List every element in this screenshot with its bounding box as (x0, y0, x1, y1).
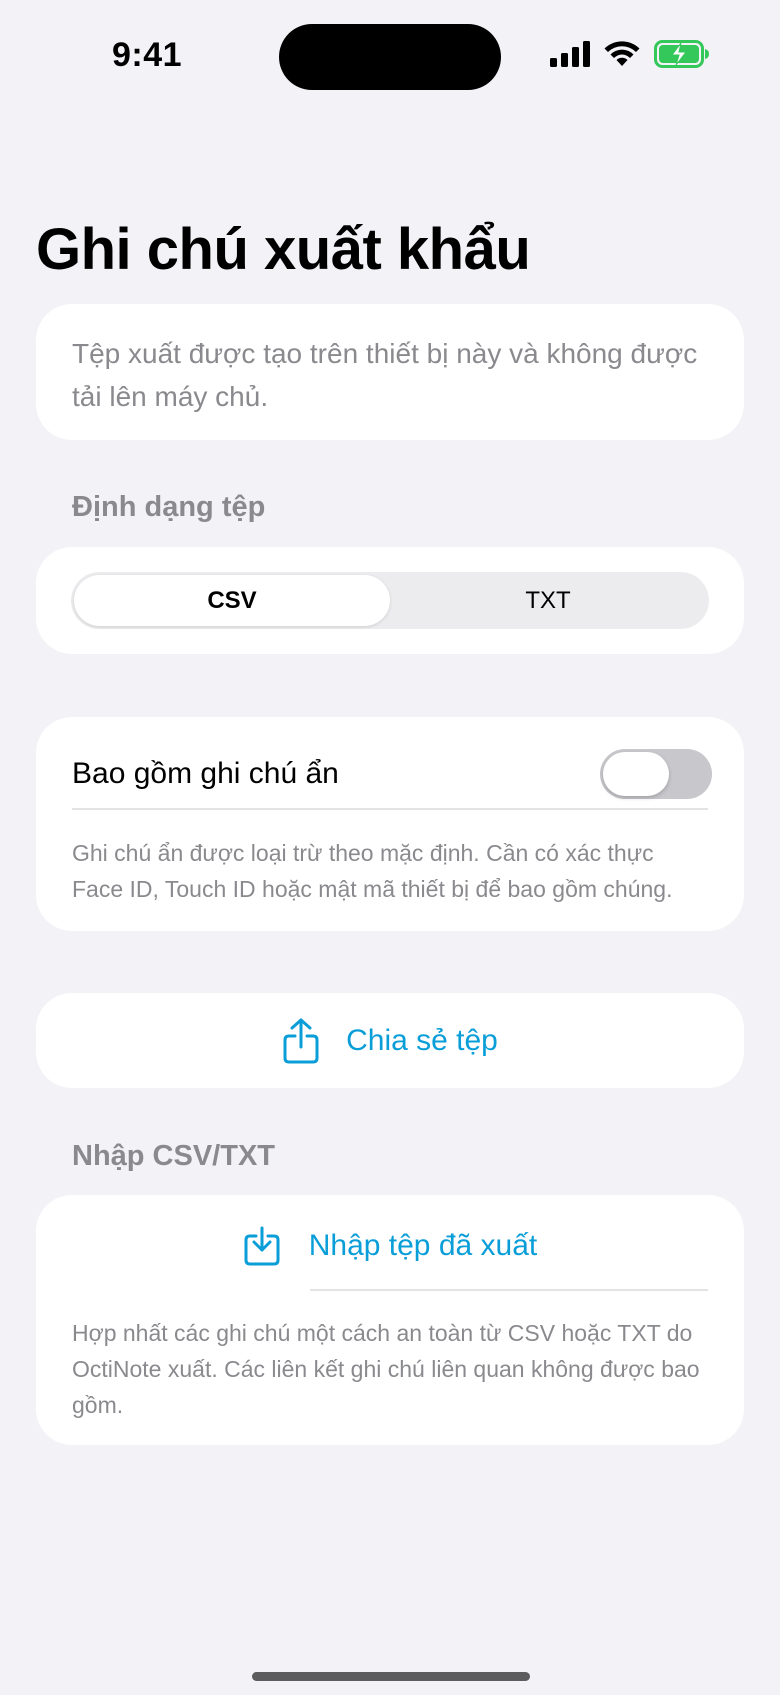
include-hidden-notes-row: Bao gồm ghi chú ẩn (72, 749, 712, 799)
divider (310, 1289, 708, 1291)
share-file-button[interactable]: Chia sẻ tệp (36, 993, 744, 1088)
dynamic-island (279, 24, 501, 90)
battery-charging-icon (654, 40, 709, 68)
include-hidden-notes-label: Bao gồm ghi chú ẩn (72, 757, 339, 790)
status-icons (550, 40, 710, 68)
segment-txt[interactable]: TXT (390, 575, 706, 626)
export-notes-screen: 9:41 Ghi chú xuất khẩu Tệp xuất được tạo… (0, 0, 780, 1695)
file-format-card: CSV TXT (36, 547, 744, 654)
import-card: Nhập tệp đã xuất Hợp nhất các ghi chú mộ… (36, 1195, 744, 1445)
info-card: Tệp xuất được tạo trên thiết bị này và k… (36, 304, 744, 440)
share-icon (283, 1018, 319, 1063)
home-indicator[interactable] (252, 1672, 530, 1681)
cellular-signal-icon (550, 41, 590, 67)
import-header: Nhập CSV/TXT (72, 1140, 276, 1172)
import-footnote: Hợp nhất các ghi chú một cách an toàn từ… (72, 1320, 700, 1418)
share-file-label: Chia sẻ tệp (346, 1023, 498, 1057)
hidden-notes-footnote: Ghi chú ẩn được loại trừ theo mặc định. … (72, 840, 673, 902)
include-hidden-notes-toggle[interactable] (600, 749, 712, 799)
info-text: Tệp xuất được tạo trên thiết bị này và k… (72, 338, 698, 412)
import-exported-file-button[interactable]: Nhập tệp đã xuất (36, 1221, 744, 1271)
file-format-segmented-control: CSV TXT (71, 572, 709, 629)
file-format-header: Định dạng tệp (72, 491, 266, 523)
wifi-icon (604, 41, 640, 66)
segment-csv[interactable]: CSV (74, 575, 390, 626)
import-exported-file-label: Nhập tệp đã xuất (308, 1229, 538, 1262)
toggle-knob (603, 752, 669, 796)
import-icon (244, 1226, 280, 1266)
page-title: Ghi chú xuất khẩu (36, 217, 531, 282)
hidden-notes-card: Bao gồm ghi chú ẩn Ghi chú ẩn được loại … (36, 717, 744, 931)
status-time: 9:41 (112, 36, 183, 74)
divider (72, 808, 708, 810)
